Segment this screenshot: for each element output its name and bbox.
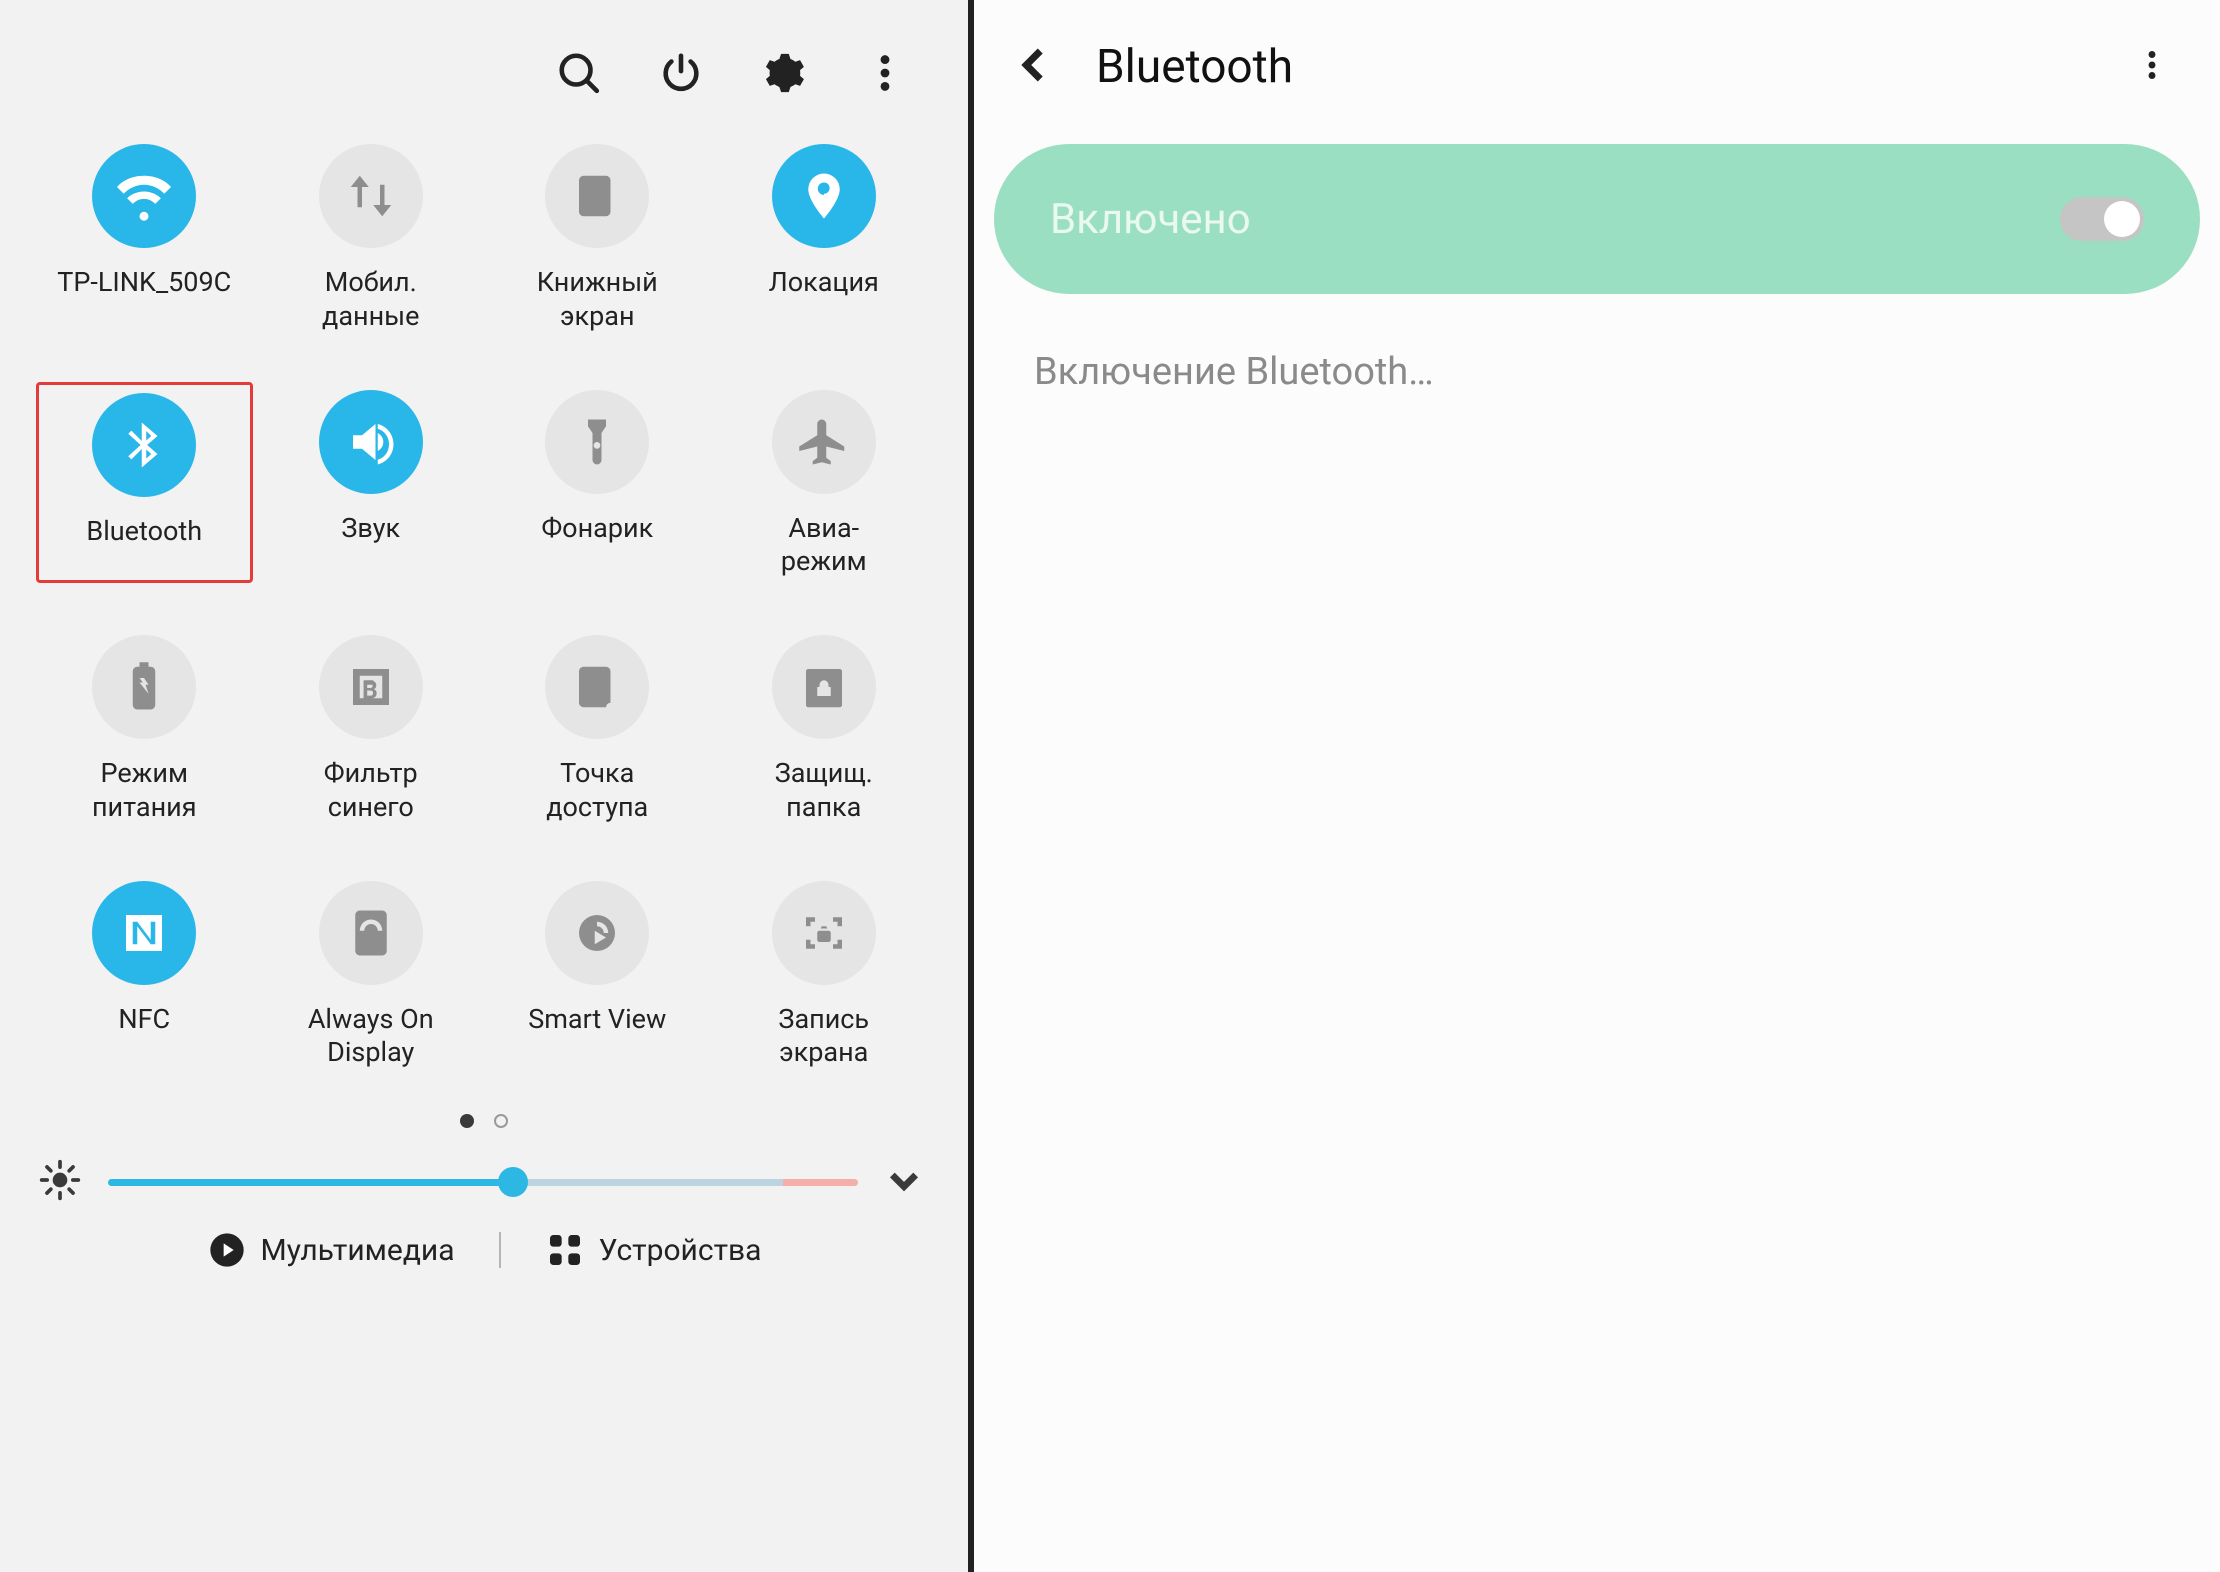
page-title: Bluetooth — [1096, 40, 2094, 94]
tile-label: Мобил. данные — [322, 266, 419, 334]
quick-settings-panel: TP-LINK_509C Мобил. данные Книжный экран Ло… — [0, 0, 968, 1572]
tile-label: Авиа- режим — [781, 512, 867, 580]
separator — [499, 1232, 501, 1268]
brightness-slider[interactable] — [108, 1171, 858, 1193]
tile-bluefilter[interactable]: B Фильтр синего — [263, 627, 480, 829]
page-indicator — [30, 1114, 938, 1128]
wifi-icon — [92, 144, 196, 248]
tile-label: Режим питания — [92, 757, 197, 825]
aod-icon — [319, 881, 423, 985]
devices-label: Устройства — [599, 1233, 762, 1268]
chevron-down-icon[interactable] — [884, 1160, 924, 1204]
tile-label: Точка доступа — [546, 757, 648, 825]
tile-label: Книжный экран — [537, 266, 658, 334]
search-icon[interactable] — [556, 50, 602, 96]
back-icon[interactable] — [1014, 44, 1056, 90]
tile-smartview[interactable]: Smart View — [489, 873, 706, 1075]
gear-icon[interactable] — [760, 50, 806, 96]
power-icon[interactable] — [658, 50, 704, 96]
location-icon — [772, 144, 876, 248]
quick-tile-grid: TP-LINK_509C Мобил. данные Книжный экран Ло… — [30, 136, 938, 1074]
tile-label: Фильтр синего — [324, 757, 418, 825]
tile-airplane[interactable]: Авиа- режим — [716, 382, 933, 584]
tile-label: NFC — [118, 1003, 170, 1037]
tile-label: Always On Display — [308, 1003, 434, 1071]
bluetooth-settings-screen: Bluetooth Включено Включение Bluetooth… — [974, 0, 2220, 1572]
battery-icon — [92, 635, 196, 739]
tile-label: Звук — [341, 512, 400, 546]
devices-button[interactable]: Устройства — [545, 1230, 762, 1270]
brightness-icon — [38, 1158, 82, 1206]
quick-settings-topbar — [30, 30, 938, 136]
book-icon — [545, 144, 649, 248]
more-vert-icon[interactable] — [2134, 47, 2170, 87]
page-dot[interactable] — [460, 1114, 474, 1128]
flashlight-icon — [545, 390, 649, 494]
tile-aod[interactable]: Always On Display — [263, 873, 480, 1075]
secure-icon — [772, 635, 876, 739]
bluetooth-switch[interactable] — [2060, 197, 2144, 241]
record-icon — [772, 881, 876, 985]
tile-label: Локация — [769, 266, 879, 300]
tile-securefolder[interactable]: Защищ. папка — [716, 627, 933, 829]
status-pill-label: Включено — [1050, 195, 1251, 244]
media-label: Мультимедиа — [261, 1233, 455, 1268]
bluelight-icon: B — [319, 635, 423, 739]
tile-label: Защищ. папка — [775, 757, 873, 825]
tile-bluetooth[interactable]: Bluetooth — [36, 382, 253, 584]
svg-text:B: B — [362, 676, 378, 705]
qs-bottom-bar: Мультимедиа Устройства — [30, 1230, 938, 1296]
brightness-row — [30, 1158, 938, 1230]
more-vert-icon[interactable] — [862, 50, 908, 96]
tile-label: Smart View — [528, 1003, 666, 1037]
tile-label: TP-LINK_509C — [57, 266, 231, 300]
tile-bookscreen[interactable]: Книжный экран — [489, 136, 706, 338]
airplane-icon — [772, 390, 876, 494]
bluetooth-icon — [92, 393, 196, 497]
tile-label: Bluetooth — [86, 515, 202, 549]
tile-label: Фонарик — [541, 512, 653, 546]
sound-icon — [319, 390, 423, 494]
tile-screenrec[interactable]: Запись экрана — [716, 873, 933, 1075]
bluetooth-header: Bluetooth — [974, 0, 2220, 144]
page-dot[interactable] — [494, 1114, 508, 1128]
tile-hotspot[interactable]: Точка доступа — [489, 627, 706, 829]
bluetooth-status-pill[interactable]: Включено — [994, 144, 2200, 294]
tile-powermode[interactable]: Режим питания — [36, 627, 253, 829]
tile-wifi[interactable]: TP-LINK_509C — [36, 136, 253, 338]
nfc-icon — [92, 881, 196, 985]
tile-location[interactable]: Локация — [716, 136, 933, 338]
swap-icon — [319, 144, 423, 248]
tile-mobiledata[interactable]: Мобил. данные — [263, 136, 480, 338]
media-button[interactable]: Мультимедиа — [207, 1230, 455, 1270]
hotspot-icon — [545, 635, 649, 739]
tile-nfc[interactable]: NFC — [36, 873, 253, 1075]
tile-label: Запись экрана — [778, 1003, 869, 1071]
tile-flashlight[interactable]: Фонарик — [489, 382, 706, 584]
smartview-icon — [545, 881, 649, 985]
tile-sound[interactable]: Звук — [263, 382, 480, 584]
bluetooth-status-text: Включение Bluetooth… — [974, 294, 2220, 450]
